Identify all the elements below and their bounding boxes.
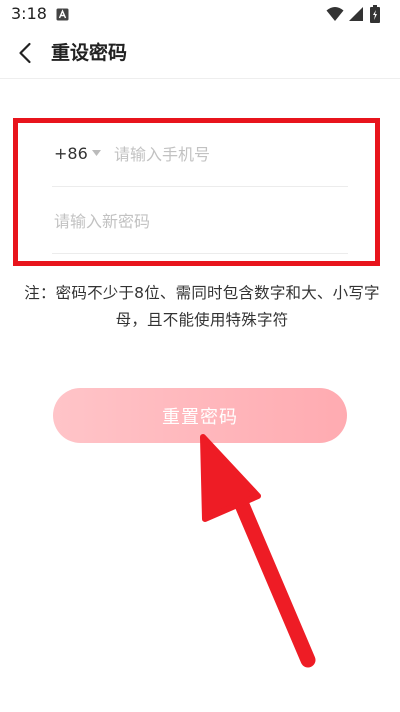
signal-icon bbox=[349, 7, 363, 21]
password-rule-hint: 注：密码不少于8位、需同时包含数字和大、小写字母，且不能使用特殊字符 bbox=[24, 284, 380, 329]
reset-password-screen: 3:18 重设密码 +86 请输入手机号 注：密码不少于8位、需同时包含数字和大… bbox=[0, 0, 400, 712]
dropdown-arrow-icon[interactable] bbox=[92, 150, 101, 157]
status-bar: 3:18 bbox=[0, 0, 400, 28]
password-field-row bbox=[52, 200, 348, 254]
arrow-head bbox=[200, 434, 261, 522]
country-code-selector[interactable]: +86 bbox=[54, 142, 88, 166]
new-password-input[interactable] bbox=[54, 205, 344, 237]
reset-password-button[interactable]: 重置密码 bbox=[53, 388, 347, 443]
phone-input[interactable] bbox=[114, 138, 344, 170]
header: 重设密码 bbox=[0, 28, 400, 78]
arrow-shaft bbox=[226, 478, 316, 668]
phone-field-row: +86 bbox=[52, 135, 348, 187]
wifi-icon bbox=[326, 7, 344, 21]
battery-charging-icon bbox=[370, 5, 380, 23]
header-divider bbox=[0, 78, 400, 79]
page-title: 重设密码 bbox=[51, 42, 128, 64]
status-time: 3:18 bbox=[11, 4, 47, 23]
notification-a-icon bbox=[56, 8, 69, 21]
annotation-arrow bbox=[200, 434, 316, 668]
chevron-left-icon[interactable] bbox=[18, 42, 32, 64]
